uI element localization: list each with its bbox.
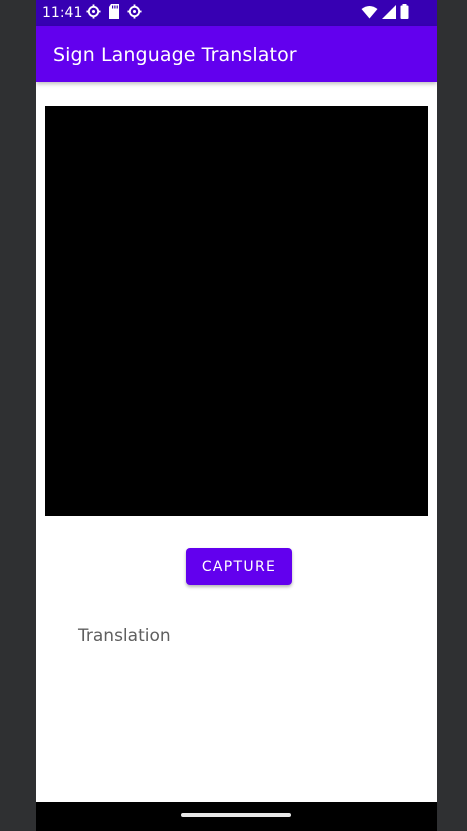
settings-icon: [127, 3, 142, 23]
battery-icon: [400, 3, 409, 23]
navigation-bar: [36, 802, 437, 831]
translation-text: Translation: [78, 626, 171, 646]
camera-preview: [45, 106, 428, 516]
wifi-icon: [361, 4, 378, 23]
status-notification-icons: [86, 3, 142, 23]
emulator-frame-right: [437, 0, 467, 831]
status-system-icons: [361, 3, 409, 23]
status-time: 11:41: [42, 5, 83, 21]
capture-button[interactable]: CAPTURE: [186, 548, 292, 585]
settings-icon: [86, 3, 101, 23]
emulator-frame-left: [0, 0, 36, 831]
home-gesture-handle[interactable]: [181, 813, 291, 817]
app-bar: Sign Language Translator: [36, 26, 437, 82]
cellular-signal-icon: [382, 4, 396, 23]
status-bar: 11:41: [36, 0, 437, 26]
app-title: Sign Language Translator: [53, 44, 297, 66]
sd-card-icon: [108, 3, 120, 23]
phone-screen: 11:41 Sign Language Translator CAPTURE T…: [36, 0, 437, 831]
